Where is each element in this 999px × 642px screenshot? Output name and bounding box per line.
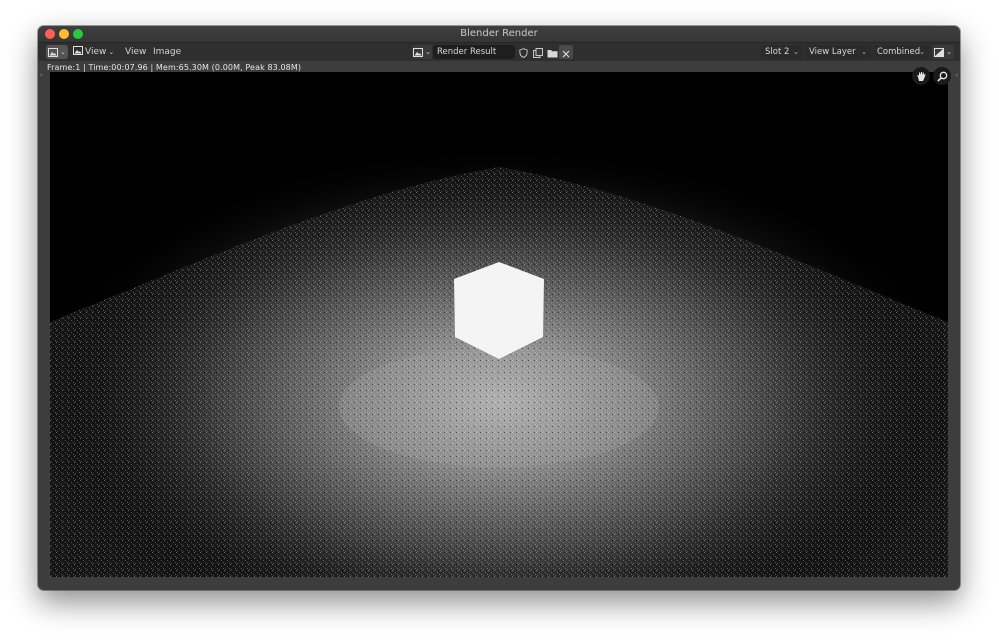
chevron-down-icon: ⌄ — [108, 48, 115, 56]
render-status-line: Frame:1 | Time:00:07.96 | Mem:65.30M (0.… — [47, 63, 302, 72]
render-pass-label: Combined — [877, 47, 921, 57]
render-viewport[interactable] — [50, 72, 948, 577]
image-browse-icon — [413, 47, 424, 57]
slot-label: Slot 2 — [765, 47, 790, 57]
image-mode-icon — [73, 45, 83, 59]
new-image-button[interactable] — [531, 45, 545, 59]
image-browse-button[interactable]: ⌄ — [412, 45, 432, 59]
image-editor-icon — [48, 47, 59, 57]
title-bar: Blender Render — [38, 26, 960, 43]
chevron-down-icon: ⌄ — [60, 48, 66, 56]
display-channels-button[interactable]: ⌄ — [932, 45, 954, 59]
zoom-icon — [936, 67, 948, 86]
render-result-image — [50, 72, 948, 577]
view-mode-dropdown[interactable]: View ⌄ — [73, 45, 115, 59]
zoom-gizmo[interactable] — [933, 67, 951, 85]
duplicate-icon — [533, 43, 543, 62]
chevron-down-icon: ⌄ — [861, 48, 867, 56]
sidebar-expand-arrow[interactable]: ‹ — [955, 71, 958, 79]
menu-view[interactable]: View — [125, 46, 146, 58]
slot-dropdown[interactable]: Slot 2 ⌄ — [761, 45, 803, 59]
editor-type-button[interactable]: ⌄ — [46, 45, 68, 59]
pan-gizmo[interactable] — [912, 67, 930, 85]
shield-icon — [518, 43, 528, 62]
chevron-down-icon: ⌄ — [946, 48, 952, 56]
chevron-down-icon: ⌄ — [793, 48, 799, 56]
render-pass-dropdown[interactable]: Combined ⌄ — [873, 45, 929, 59]
hand-icon — [916, 67, 927, 86]
blender-render-window: Blender Render ⌄ View ⌄ View Image ⌄ Ren… — [38, 26, 960, 590]
menu-image[interactable]: Image — [153, 46, 181, 58]
view-layer-dropdown[interactable]: View Layer ⌄ — [805, 45, 871, 59]
toolbar-expand-arrow[interactable]: › — [40, 71, 43, 79]
open-image-button[interactable] — [545, 45, 559, 59]
chevron-down-icon: ⌄ — [919, 48, 925, 56]
image-editor-header: ⌄ View ⌄ View Image ⌄ Render Result Slot… — [38, 43, 960, 61]
unlink-image-button[interactable] — [559, 45, 573, 59]
chevron-down-icon: ⌄ — [425, 48, 431, 56]
display-channels-icon — [934, 47, 945, 57]
window-title: Blender Render — [460, 28, 538, 39]
image-name-field[interactable]: Render Result — [433, 45, 515, 59]
close-icon — [562, 43, 570, 62]
fake-user-button[interactable] — [516, 45, 530, 59]
view-layer-label: View Layer — [809, 47, 856, 57]
view-mode-label: View — [85, 47, 107, 57]
folder-icon — [547, 43, 558, 62]
